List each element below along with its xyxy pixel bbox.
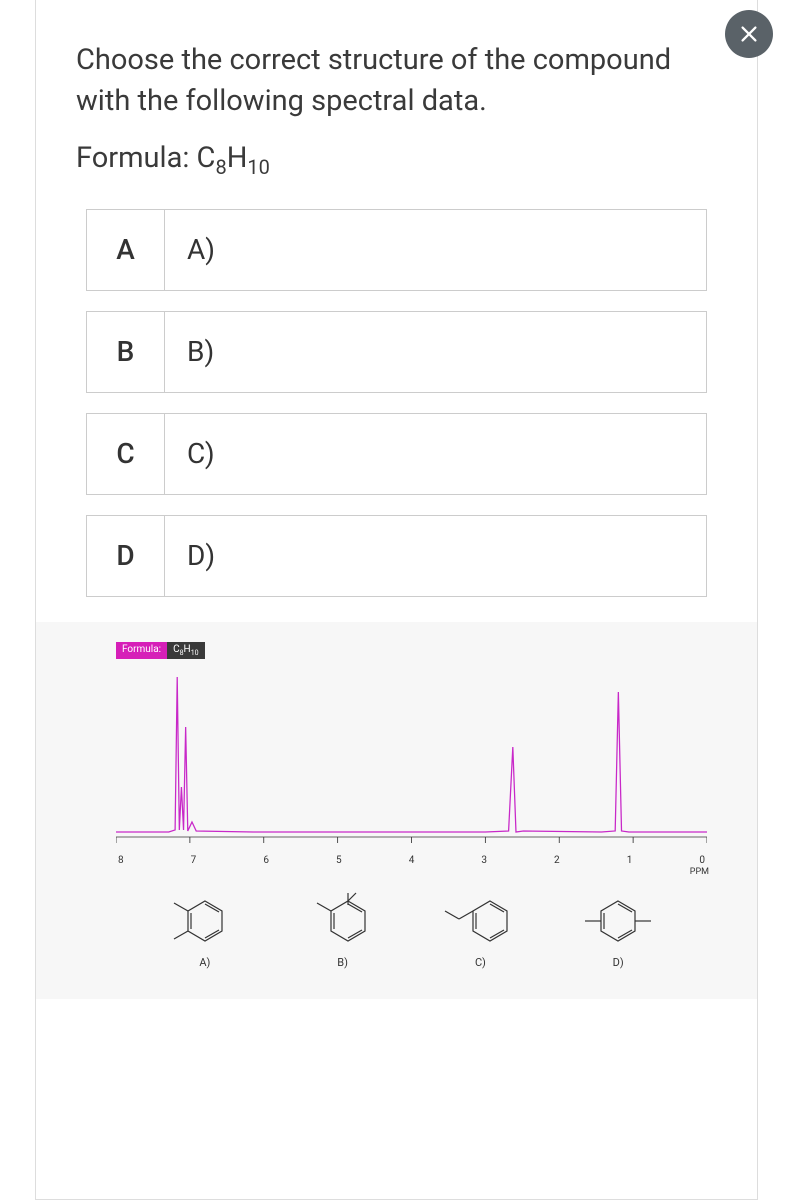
option-text: C) xyxy=(165,414,706,494)
badge-label: Formula: xyxy=(116,642,167,659)
question-container: Choose the correct structure of the comp… xyxy=(35,0,758,1200)
close-button[interactable] xyxy=(725,10,773,58)
tick-6: 6 xyxy=(263,855,269,866)
option-letter: B xyxy=(87,312,165,392)
molecule-b-icon xyxy=(298,891,388,946)
option-text: B) xyxy=(165,312,706,392)
molecule-d-icon xyxy=(573,891,663,946)
badge-value: C8H10 xyxy=(167,642,204,659)
tick-4: 4 xyxy=(409,855,415,866)
formula-badge: Formula: C8H10 xyxy=(116,642,205,659)
options-list: A A) B B) C C) D D) xyxy=(76,209,717,597)
molecule-c-icon xyxy=(435,891,525,946)
ppm-label: PPM xyxy=(690,867,709,877)
close-icon xyxy=(738,23,760,45)
structure-d: D) xyxy=(573,891,663,969)
option-letter: D xyxy=(87,516,165,596)
tick-0: 0 xyxy=(699,855,705,866)
option-letter: A xyxy=(87,210,165,290)
tick-7: 7 xyxy=(191,855,197,866)
structure-b: B) xyxy=(298,891,388,969)
structure-label: D) xyxy=(613,956,624,969)
option-text: A) xyxy=(165,210,706,290)
structure-label: B) xyxy=(337,956,348,969)
molecule-a-icon xyxy=(160,891,250,946)
structure-a: A) xyxy=(160,891,250,969)
option-letter: C xyxy=(87,414,165,494)
structures-row: A) B) xyxy=(116,891,707,969)
formula-text: Formula: C8H10 xyxy=(76,141,717,179)
nmr-spectrum-icon xyxy=(116,667,707,847)
nmr-plot xyxy=(116,667,707,847)
tick-5: 5 xyxy=(336,855,342,866)
structure-label: C) xyxy=(475,956,486,969)
spectrum-panel: Formula: C8H10 xyxy=(36,622,757,999)
axis-labels: 8 7 6 5 4 3 2 1 0 PPM xyxy=(116,855,707,866)
option-d[interactable]: D D) xyxy=(86,515,707,597)
structure-label: A) xyxy=(199,956,210,969)
tick-1: 1 xyxy=(627,855,633,866)
option-a[interactable]: A A) xyxy=(86,209,707,291)
option-c[interactable]: C C) xyxy=(86,413,707,495)
structure-c: C) xyxy=(435,891,525,969)
tick-8: 8 xyxy=(118,855,124,866)
option-b[interactable]: B B) xyxy=(86,311,707,393)
option-text: D) xyxy=(165,516,706,596)
tick-3: 3 xyxy=(481,855,487,866)
question-text: Choose the correct structure of the comp… xyxy=(76,40,717,121)
tick-2: 2 xyxy=(554,855,560,866)
